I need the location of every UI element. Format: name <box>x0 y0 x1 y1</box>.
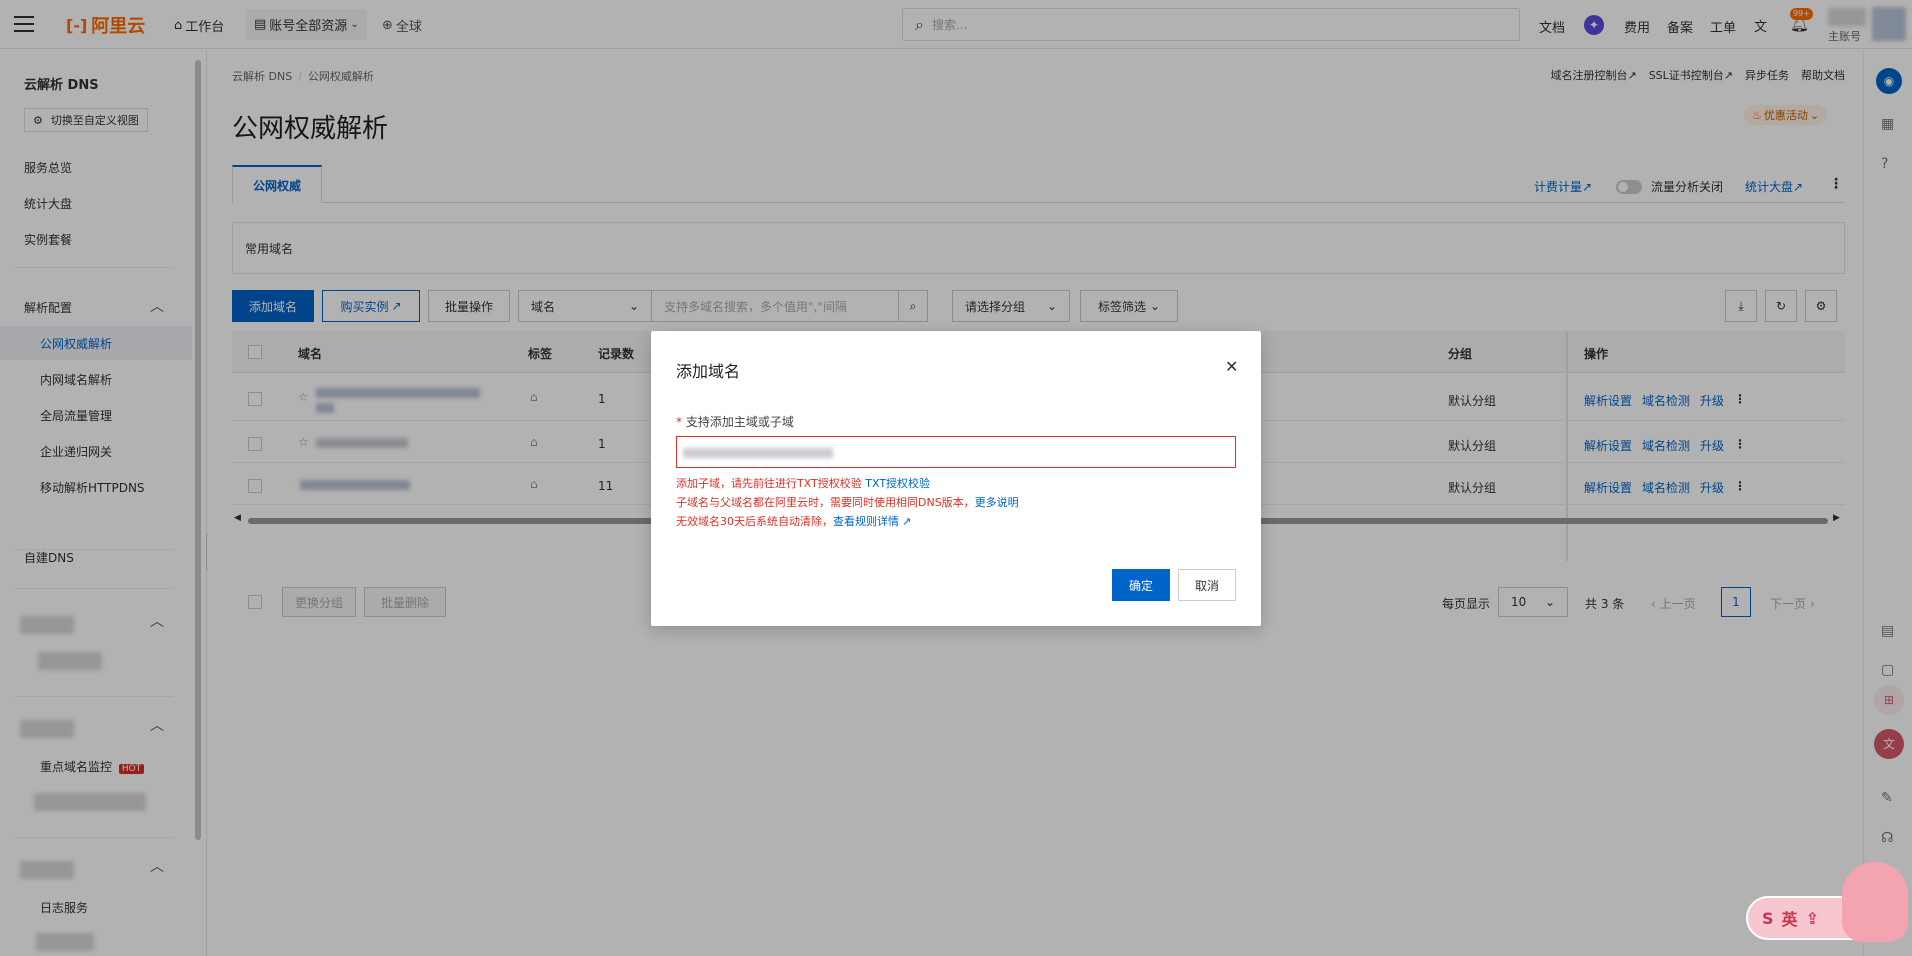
error-msg-1: 添加子域，请先前往进行TXT授权校验 TXT授权校验 <box>676 477 931 490</box>
cancel-button[interactable]: 取消 <box>1178 569 1236 601</box>
rule-details-link[interactable]: 查看规则详情 <box>833 515 899 528</box>
menu-up-icon[interactable]: ⇪ <box>1806 909 1819 928</box>
field-label: * 支持添加主域或子域 <box>676 415 794 429</box>
required-mark: * <box>676 415 686 429</box>
sogou-s-icon[interactable]: S <box>1762 909 1774 928</box>
close-icon[interactable]: ✕ <box>1225 357 1238 376</box>
language-toggle-icon[interactable]: 英 <box>1782 906 1798 930</box>
mascot-beaver-icon[interactable] <box>1842 862 1908 942</box>
external-link-icon: ↗ <box>902 515 912 528</box>
domain-input[interactable] <box>676 436 1236 468</box>
error-msg-3: 无效域名30天后系统自动清除，查看规则详情 ↗ <box>676 515 912 528</box>
more-info-link[interactable]: 更多说明 <box>975 496 1019 509</box>
add-domain-dialog: 添加域名 ✕ * 支持添加主域或子域 添加子域，请先前往进行TXT授权校验 TX… <box>651 331 1261 626</box>
dialog-title: 添加域名 <box>676 362 741 381</box>
error-msg-2: 子域名与父域名都在阿里云时，需要同时使用相同DNS版本，更多说明 <box>676 496 1019 509</box>
txt-auth-link[interactable]: TXT授权校验 <box>865 477 930 490</box>
confirm-button[interactable]: 确定 <box>1112 569 1170 601</box>
domain-input-value-blurred <box>683 448 833 458</box>
